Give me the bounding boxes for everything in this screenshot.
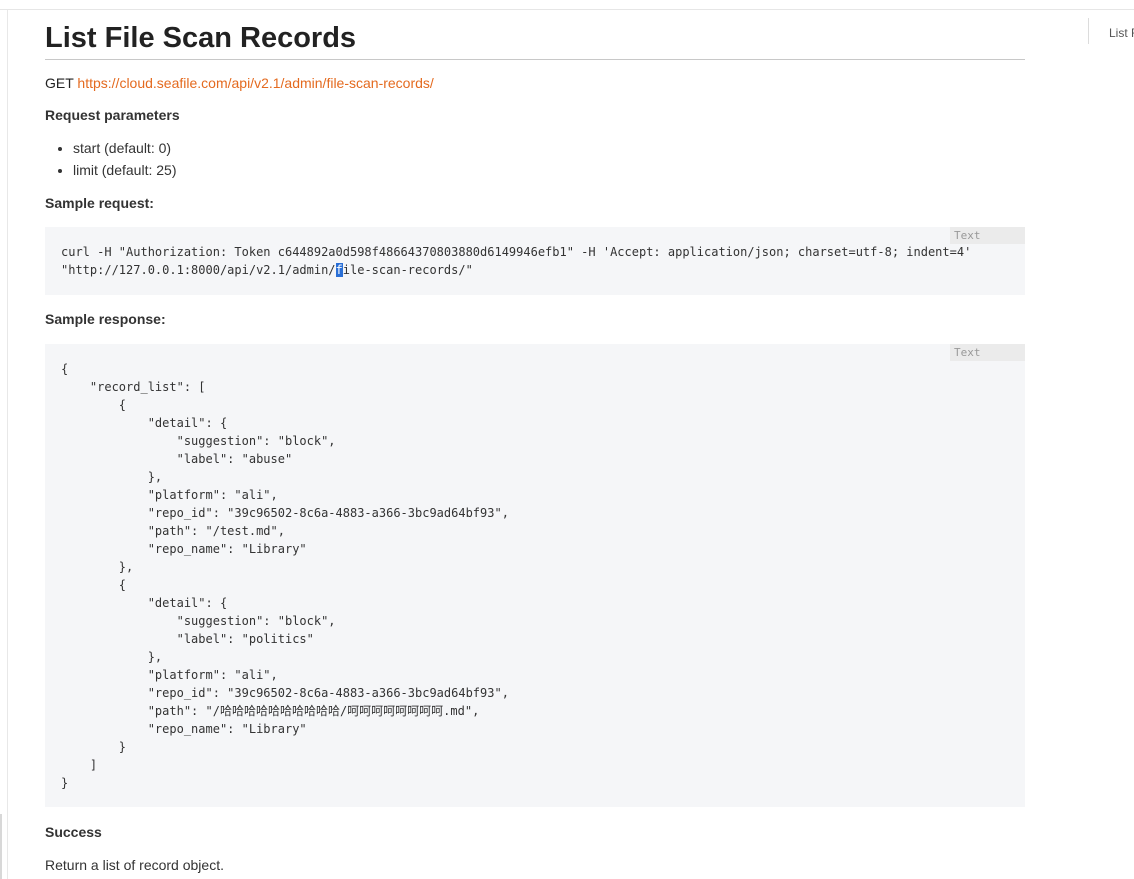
- left-border: [7, 10, 8, 879]
- table-of-contents[interactable]: List F: [1088, 18, 1134, 44]
- request-parameters-heading: Request parameters: [45, 107, 180, 123]
- code-line: "http://127.0.0.1:8000/api/v2.1/admin/fi…: [61, 263, 473, 277]
- endpoint-link[interactable]: https://cloud.seafile.com/api/v2.1/admin…: [77, 75, 433, 91]
- page-title: List File Scan Records: [45, 18, 1025, 60]
- code-text: "http://127.0.0.1:8000/api/v2.1/admin/: [61, 263, 336, 277]
- sample-response-heading: Sample response:: [45, 311, 166, 327]
- code-language-label: Text: [950, 344, 1025, 361]
- main-content: List File Scan Records GET https://cloud…: [45, 18, 1025, 875]
- api-doc-page: List F List File Scan Records GET https:…: [0, 0, 1134, 879]
- code-line: curl -H "Authorization: Token c644892a0d…: [61, 245, 972, 259]
- endpoint-line: GET https://cloud.seafile.com/api/v2.1/a…: [45, 73, 1025, 93]
- list-item: start (default: 0): [73, 137, 1025, 159]
- response-code: { "record_list": [ { "detail": { "sugges…: [61, 362, 509, 790]
- code-text: ile-scan-records/": [342, 263, 473, 277]
- list-item: limit (default: 25): [73, 159, 1025, 181]
- sample-request-heading: Sample request:: [45, 195, 154, 211]
- code-language-label: Text: [950, 227, 1025, 244]
- http-method: GET: [45, 75, 74, 91]
- sample-request-code-block[interactable]: Text curl -H "Authorization: Token c64489…: [45, 227, 1025, 295]
- top-divider: [0, 9, 1134, 10]
- left-scroll-marker: [0, 814, 2, 879]
- sample-response-code-block[interactable]: Text { "record_list": [ { "detail": { "su…: [45, 344, 1025, 807]
- success-description: Return a list of record object.: [45, 857, 224, 873]
- toc-item[interactable]: List F: [1109, 26, 1134, 40]
- success-heading: Success: [45, 824, 102, 840]
- parameter-list: start (default: 0) limit (default: 25): [45, 137, 1025, 181]
- text-selection: f: [335, 263, 343, 277]
